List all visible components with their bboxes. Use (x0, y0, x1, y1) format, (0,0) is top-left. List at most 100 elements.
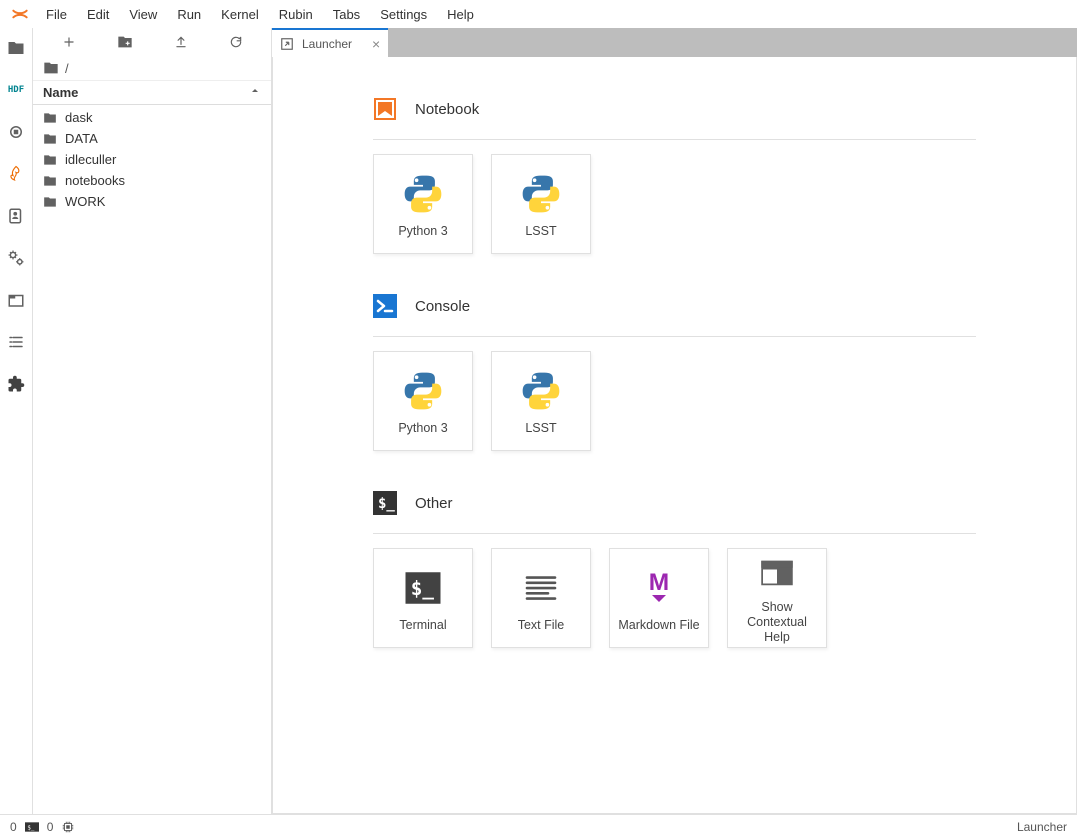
status-terminals-count[interactable]: 0 (10, 820, 17, 834)
statusbar: 0 $_ 0 Launcher (0, 814, 1077, 838)
python-icon (399, 367, 447, 415)
card-label: Markdown File (618, 618, 699, 633)
file-row[interactable]: idleculler (33, 149, 271, 170)
terminal-icon[interactable]: $_ (25, 820, 39, 834)
menu-help[interactable]: Help (437, 3, 484, 26)
card-label: Terminal (399, 618, 446, 633)
file-name: idleculler (65, 152, 116, 167)
cpu-icon[interactable] (61, 820, 75, 834)
refresh-icon[interactable] (229, 35, 243, 49)
breadcrumb[interactable]: / (33, 56, 271, 81)
python-icon (517, 367, 565, 415)
help-pane-icon (753, 552, 801, 594)
menu-run[interactable]: Run (167, 3, 211, 26)
file-name: WORK (65, 194, 105, 209)
menu-edit[interactable]: Edit (77, 3, 119, 26)
file-row[interactable]: dask (33, 107, 271, 128)
section-header: Notebook (373, 97, 976, 140)
card-label: Python 3 (398, 224, 447, 239)
python-icon (399, 170, 447, 218)
settings-icon[interactable] (6, 248, 26, 268)
breadcrumb-path: / (65, 61, 69, 76)
tabbar[interactable]: Launcher × (272, 28, 1077, 57)
svg-text:$_: $_ (27, 825, 35, 831)
section-header: $_ Other (373, 491, 976, 534)
terminal-icon: $_ (373, 491, 397, 515)
new-folder-icon[interactable] (117, 34, 133, 50)
file-name: notebooks (65, 173, 125, 188)
svg-text:M: M (649, 568, 669, 595)
launcher-section-console: Console Python 3 LSST (373, 294, 976, 451)
section-title: Notebook (415, 101, 479, 118)
python-icon (517, 170, 565, 218)
menu-tabs[interactable]: Tabs (323, 3, 370, 26)
folder-icon (43, 60, 59, 76)
jupyter-logo[interactable] (10, 4, 30, 24)
text-file-icon (517, 564, 565, 612)
launcher-card-lsst-console[interactable]: LSST (491, 351, 591, 451)
close-icon[interactable]: × (372, 36, 380, 52)
launcher-card-lsst-notebook[interactable]: LSST (491, 154, 591, 254)
svg-text:$_: $_ (411, 577, 435, 600)
launcher-card-markdown-file[interactable]: M Markdown File (609, 548, 709, 648)
section-title: Other (415, 495, 453, 512)
menu-settings[interactable]: Settings (370, 3, 437, 26)
console-icon (373, 294, 397, 318)
card-label: Text File (518, 618, 565, 633)
menubar: File Edit View Run Kernel Rubin Tabs Set… (0, 0, 1077, 28)
folder-icon (43, 132, 57, 146)
launcher-card-contextual-help[interactable]: Show Contextual Help (727, 548, 827, 648)
contacts-icon[interactable] (6, 206, 26, 226)
file-name: dask (65, 110, 92, 125)
terminal-icon: $_ (399, 564, 447, 612)
launcher-section-other: $_ Other $_ Terminal Te (373, 491, 976, 648)
tab-area: Launcher × Notebook Pyt (272, 28, 1077, 814)
file-row[interactable]: DATA (33, 128, 271, 149)
status-mode[interactable]: Launcher (1017, 820, 1067, 834)
svg-text:$_: $_ (378, 496, 395, 512)
notebook-icon (373, 97, 397, 121)
status-kernels-count[interactable]: 0 (47, 820, 54, 834)
section-header: Console (373, 294, 976, 337)
menu-file[interactable]: File (36, 3, 77, 26)
activity-bar: HDF (0, 28, 33, 814)
name-column-header: Name (43, 85, 78, 100)
file-browser: / Name dask DATA idleculler notebo (33, 28, 272, 814)
card-label: Python 3 (398, 421, 447, 436)
card-label: Show Contextual Help (734, 600, 820, 645)
firefly-icon[interactable] (6, 164, 26, 184)
tab-launcher[interactable]: Launcher × (272, 28, 388, 57)
filebrowser-icon[interactable] (6, 38, 26, 58)
menu-rubin[interactable]: Rubin (269, 3, 323, 26)
menu-view[interactable]: View (119, 3, 167, 26)
card-label: LSST (525, 421, 556, 436)
hdf-icon[interactable]: HDF (6, 80, 26, 100)
sort-arrow-icon (249, 85, 261, 100)
new-launcher-icon[interactable] (62, 35, 76, 49)
file-list: dask DATA idleculler notebooks WORK (33, 105, 271, 214)
launcher-card-terminal[interactable]: $_ Terminal (373, 548, 473, 648)
tab-title: Launcher (302, 37, 352, 51)
menu-kernel[interactable]: Kernel (211, 3, 269, 26)
extensions-icon[interactable] (6, 374, 26, 394)
section-title: Console (415, 298, 470, 315)
folder-icon (43, 111, 57, 125)
launch-icon (280, 37, 294, 51)
file-row[interactable]: notebooks (33, 170, 271, 191)
file-row[interactable]: WORK (33, 191, 271, 212)
file-list-header[interactable]: Name (33, 81, 271, 105)
tabs-icon[interactable] (6, 290, 26, 310)
folder-icon (43, 174, 57, 188)
markdown-icon: M (635, 564, 683, 612)
launcher-card-python3-console[interactable]: Python 3 (373, 351, 473, 451)
file-browser-toolbar (33, 28, 271, 56)
toc-icon[interactable] (6, 332, 26, 352)
launcher-panel: Notebook Python 3 LSST (272, 57, 1077, 814)
launcher-card-python3-notebook[interactable]: Python 3 (373, 154, 473, 254)
folder-icon (43, 153, 57, 167)
launcher-section-notebook: Notebook Python 3 LSST (373, 97, 976, 254)
file-name: DATA (65, 131, 98, 146)
running-icon[interactable] (6, 122, 26, 142)
upload-icon[interactable] (174, 35, 188, 49)
launcher-card-text-file[interactable]: Text File (491, 548, 591, 648)
